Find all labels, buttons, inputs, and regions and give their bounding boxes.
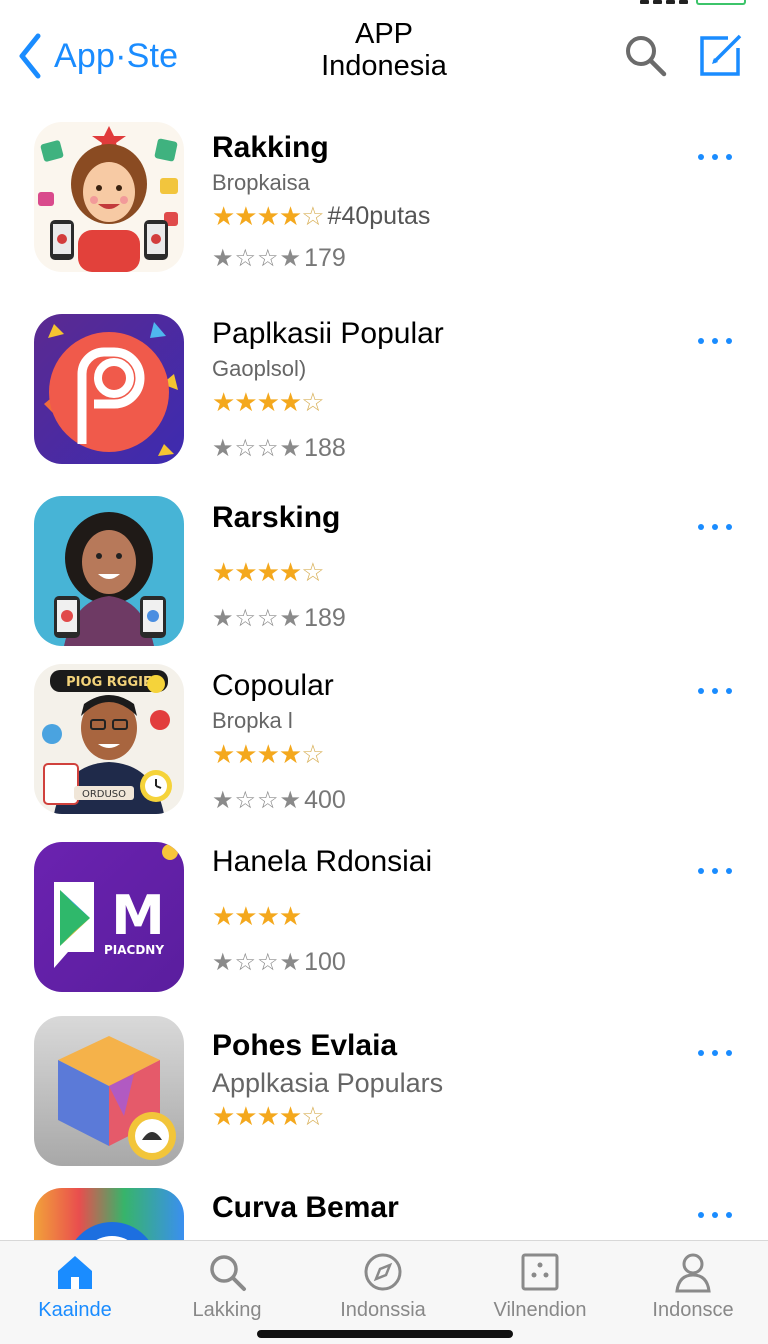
svg-text:PIOG RGGIE: PIOG RGGIE: [66, 675, 152, 690]
review-stars: ★☆☆★: [212, 244, 303, 272]
app-subtitle: Gaoplsol): [212, 356, 307, 381]
app-name: Hanela Rdonsiai: [212, 845, 433, 878]
tab-home[interactable]: Kaainde: [0, 1251, 150, 1322]
app-name: Rarsking: [212, 501, 341, 534]
tab-label: Kaainde: [38, 1299, 112, 1321]
home-icon: [58, 1256, 92, 1289]
list-item[interactable]: Paplkasii Popular Gaoplsol) ★★★★☆ ★☆☆★ 1…: [0, 300, 768, 484]
review-count: 189: [304, 603, 346, 632]
signal-icon: [640, 0, 688, 4]
svg-text:ORDUSO: ORDUSO: [82, 789, 126, 800]
nav-header: App·Ste APP Indonesia: [0, 14, 768, 104]
chevron-left-icon: [19, 33, 41, 79]
list-item[interactable]: M PIACDNY Hanela Rdonsiai ★★★★ ★☆☆★ 100: [0, 840, 768, 1016]
list-item[interactable]: Pohes Evlaia Applkasia Populars ★★★★☆: [0, 1016, 768, 1186]
tab-profile[interactable]: Indonsce: [618, 1251, 768, 1322]
tab-label: Indonsce: [652, 1299, 734, 1321]
tab-search[interactable]: Lakking: [152, 1251, 302, 1322]
search-icon: [210, 1255, 246, 1291]
search-icon[interactable]: [622, 32, 668, 78]
more-options-icon[interactable]: [698, 524, 732, 534]
review-count: 179: [304, 243, 346, 272]
more-options-icon[interactable]: [698, 688, 732, 698]
star-rating: ★★★★: [212, 900, 302, 931]
camera-logo-icon[interactable]: [34, 314, 184, 464]
status-bar: [0, 0, 768, 6]
battery-icon: [696, 0, 746, 5]
page-title-line1: APP: [354, 18, 414, 50]
review-stars: ★☆☆★: [212, 786, 303, 814]
tab-discover[interactable]: Indonssia: [308, 1251, 458, 1322]
page-title-line2: Indonesia: [321, 50, 447, 82]
list-item[interactable]: Rakking Bropkaisa ★★★★☆ #40putas ★☆☆★ 17…: [0, 118, 768, 300]
man-portrait-icon[interactable]: PIOG RGGIE ORDUSO: [34, 664, 184, 814]
home-indicator: [257, 1330, 513, 1338]
back-button[interactable]: App·Ste: [16, 32, 178, 80]
compose-icon[interactable]: [698, 32, 744, 78]
review-count: 400: [304, 785, 346, 814]
review-stars: ★☆☆★: [212, 434, 303, 462]
list-item[interactable]: Curva Bemar: [0, 1186, 768, 1240]
star-rating: ★★★★☆: [212, 738, 325, 769]
star-rating: ★★★★☆: [212, 1100, 325, 1131]
svg-text:PIACDNY: PIACDNY: [104, 943, 164, 957]
app-name: Curva Bemar: [212, 1191, 399, 1224]
more-options-icon[interactable]: [698, 338, 732, 348]
grid-icon: [521, 1253, 559, 1291]
tab-label: Lakking: [192, 1299, 262, 1321]
more-options-icon[interactable]: [698, 868, 732, 878]
app-subtitle: Bropka l: [212, 708, 293, 733]
tab-bar: Kaainde Lakking Indonssia Vilnendion Ind…: [0, 1240, 768, 1344]
app-name: Rakking: [212, 131, 329, 164]
app-subtitle: Applkasia Populars: [212, 1068, 444, 1098]
cube-icon[interactable]: [34, 1016, 184, 1166]
compass-icon: [364, 1253, 402, 1291]
app-name: Copoular: [212, 669, 334, 702]
woman-portrait-icon[interactable]: [34, 496, 184, 646]
back-label: App·Ste: [54, 36, 179, 75]
app-list: Rakking Bropkaisa ★★★★☆ #40putas ★☆☆★ 17…: [0, 118, 768, 1240]
tab-label: Indonssia: [340, 1299, 426, 1321]
person-icon: [675, 1253, 711, 1293]
review-count: 100: [304, 947, 346, 976]
play-m-logo-icon[interactable]: M PIACDNY: [34, 842, 184, 992]
review-count: 188: [304, 433, 346, 462]
review-stars: ★☆☆★: [212, 948, 303, 976]
star-rating: ★★★★☆: [212, 556, 325, 587]
rainbow-ring-icon[interactable]: [34, 1188, 184, 1240]
star-rating: ★★★★☆: [212, 386, 325, 417]
app-name: Pohes Evlaia: [212, 1029, 398, 1062]
app-subtitle: Bropkaisa: [212, 170, 310, 195]
tab-apps[interactable]: Vilnendion: [465, 1251, 615, 1322]
list-item[interactable]: PIOG RGGIE ORDUSO Copoular Bropka l ★★★★: [0, 664, 768, 840]
tab-label: Vilnendion: [493, 1299, 587, 1321]
more-options-icon[interactable]: [698, 1212, 732, 1222]
rating-text: #40putas: [327, 201, 431, 230]
cartoon-woman-icon[interactable]: [34, 122, 184, 272]
more-options-icon[interactable]: [698, 1050, 732, 1060]
star-rating: ★★★★☆: [212, 200, 325, 231]
app-name: Paplkasii Popular: [212, 317, 444, 350]
svg-text:M: M: [111, 884, 165, 947]
page-title: APP Indonesia: [284, 18, 484, 82]
more-options-icon[interactable]: [698, 154, 732, 164]
list-item[interactable]: Rarsking ★★★★☆ ★☆☆★ 189: [0, 484, 768, 664]
review-stars: ★☆☆★: [212, 604, 303, 632]
